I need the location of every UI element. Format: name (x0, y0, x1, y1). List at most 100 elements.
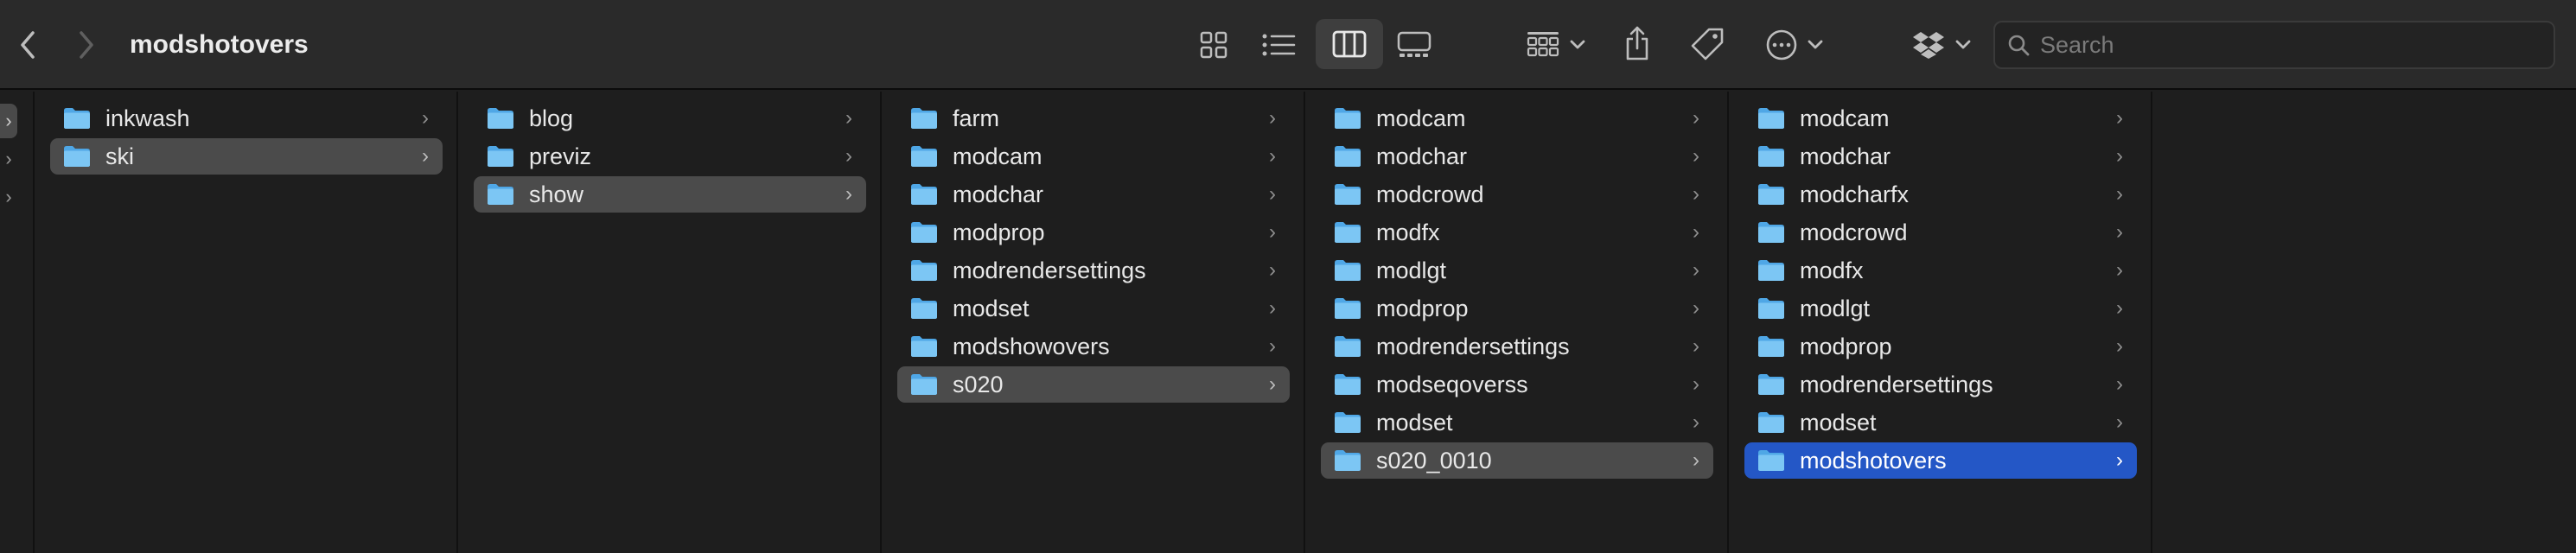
folder-name: modset (1376, 409, 1453, 435)
folder-icon (1757, 372, 1786, 397)
action-button[interactable] (1760, 22, 1829, 67)
folder-row[interactable]: modfx › (1321, 214, 1713, 251)
folder-row-selected[interactable]: s020 › (897, 366, 1290, 403)
folder-name: modcrowd (1376, 181, 1484, 207)
share-icon (1626, 26, 1648, 60)
folder-row[interactable]: previz › (474, 138, 866, 175)
back-button[interactable] (9, 26, 47, 64)
column-parent-stub[interactable]: › › › (0, 92, 35, 553)
dropbox-button[interactable] (1907, 22, 1976, 67)
chevron-right-icon: › (1693, 258, 1699, 282)
folder-row[interactable]: modset › (1744, 404, 2137, 441)
folder-row[interactable]: modchar › (1321, 138, 1713, 175)
folder-icon (1757, 144, 1786, 168)
folder-row-selected[interactable]: show › (474, 176, 866, 213)
folder-row[interactable]: modfx › (1744, 252, 2137, 289)
view-as-icons-button[interactable] (1193, 24, 1234, 66)
stub-row[interactable]: › (0, 104, 17, 138)
folder-icon (1333, 182, 1362, 207)
chevron-right-icon: › (2116, 296, 2123, 320)
folder-row[interactable]: modrendersettings › (1744, 366, 2137, 403)
column-1[interactable]: inkwash › ski › (35, 92, 458, 553)
chevron-down-icon (1808, 40, 1823, 49)
folder-icon (1333, 334, 1362, 359)
folder-icon (1757, 334, 1786, 359)
stub-row[interactable]: › (0, 180, 17, 214)
column-3[interactable]: farm › modcam › modchar › modprop › modrende… (882, 92, 1305, 553)
chevron-right-icon: › (422, 144, 429, 168)
column-empty[interactable] (2152, 92, 2576, 553)
folder-icon (1757, 220, 1786, 245)
chevron-right-icon: › (1693, 182, 1699, 206)
folder-row[interactable]: modcrowd › (1321, 176, 1713, 213)
folder-icon (62, 106, 92, 130)
view-as-gallery-button[interactable] (1393, 24, 1435, 66)
folder-row[interactable]: modseqoverss › (1321, 366, 1713, 403)
stub-row[interactable]: › (0, 142, 17, 176)
column-5[interactable]: modcam › modchar › modcharfx › modcrowd › mo… (1729, 92, 2152, 553)
share-button[interactable] (1616, 19, 1658, 67)
folder-icon (1333, 144, 1362, 168)
folder-row[interactable]: modcam › (1744, 100, 2137, 137)
folder-icon (1333, 220, 1362, 245)
folder-row[interactable]: modprop › (1744, 328, 2137, 365)
folder-icon (486, 106, 515, 130)
folder-name: s020 (953, 371, 1004, 397)
folder-row[interactable]: farm › (897, 100, 1290, 137)
folder-row[interactable]: modprop › (897, 214, 1290, 251)
folder-row-selected[interactable]: ski › (50, 138, 443, 175)
folder-name: modprop (1800, 333, 1892, 359)
group-button[interactable] (1521, 22, 1591, 67)
forward-button[interactable] (67, 26, 105, 64)
folder-row[interactable]: modcam › (1321, 100, 1713, 137)
folder-name: modprop (1376, 295, 1469, 321)
tag-button[interactable] (1686, 21, 1729, 67)
chevron-right-icon: › (2116, 144, 2123, 168)
group-grid-icon (1527, 32, 1559, 57)
chevron-right-icon: › (845, 144, 852, 168)
folder-icon (1757, 296, 1786, 321)
search-input[interactable] (2040, 31, 2524, 59)
folder-row[interactable]: modset › (1321, 404, 1713, 441)
folder-name: modchar (1800, 143, 1891, 169)
folder-name: blog (529, 105, 574, 131)
folder-row[interactable]: modrendersettings › (897, 252, 1290, 289)
chevron-right-icon: › (845, 106, 852, 130)
folder-name: modfx (1800, 257, 1864, 283)
folder-icon (486, 144, 515, 168)
folder-row[interactable]: modlgt › (1321, 252, 1713, 289)
folder-name: modcam (1800, 105, 1890, 131)
folder-row[interactable]: modcharfx › (1744, 176, 2137, 213)
chevron-right-icon: › (1693, 334, 1699, 358)
folder-name: modshotovers (1800, 447, 1947, 474)
folder-row-selected[interactable]: s020_0010 › (1321, 442, 1713, 479)
folder-row[interactable]: blog › (474, 100, 866, 137)
folder-row[interactable]: modlgt › (1744, 290, 2137, 327)
chevron-down-icon (1570, 40, 1585, 49)
chevron-right-icon: › (1269, 296, 1276, 320)
folder-row[interactable]: modprop › (1321, 290, 1713, 327)
folder-row[interactable]: modrendersettings › (1321, 328, 1713, 365)
folder-row[interactable]: modshowovers › (897, 328, 1290, 365)
folder-name: modfx (1376, 219, 1440, 245)
folder-row[interactable]: modchar › (897, 176, 1290, 213)
folder-row[interactable]: modset › (897, 290, 1290, 327)
folder-row[interactable]: inkwash › (50, 100, 443, 137)
folder-name: modcrowd (1800, 219, 1908, 245)
folder-row[interactable]: modcrowd › (1744, 214, 2137, 251)
view-as-columns-button[interactable] (1316, 19, 1383, 69)
chevron-right-icon: › (2116, 448, 2123, 472)
ellipsis-circle-icon (1766, 29, 1797, 60)
folder-row[interactable]: modchar › (1744, 138, 2137, 175)
folder-name: inkwash (105, 105, 190, 131)
view-as-list-button[interactable] (1258, 24, 1299, 66)
folder-row[interactable]: modcam › (897, 138, 1290, 175)
column-2[interactable]: blog › previz › show › (458, 92, 882, 553)
folder-row-active[interactable]: modshotovers › (1744, 442, 2137, 479)
columns-icon (1332, 30, 1367, 58)
folder-icon (1333, 448, 1362, 473)
chevron-right-icon: › (1693, 106, 1699, 130)
chevron-right-icon: › (1269, 144, 1276, 168)
search-field[interactable] (1993, 21, 2555, 69)
column-4[interactable]: modcam › modchar › modcrowd › modfx › modlgt… (1305, 92, 1729, 553)
